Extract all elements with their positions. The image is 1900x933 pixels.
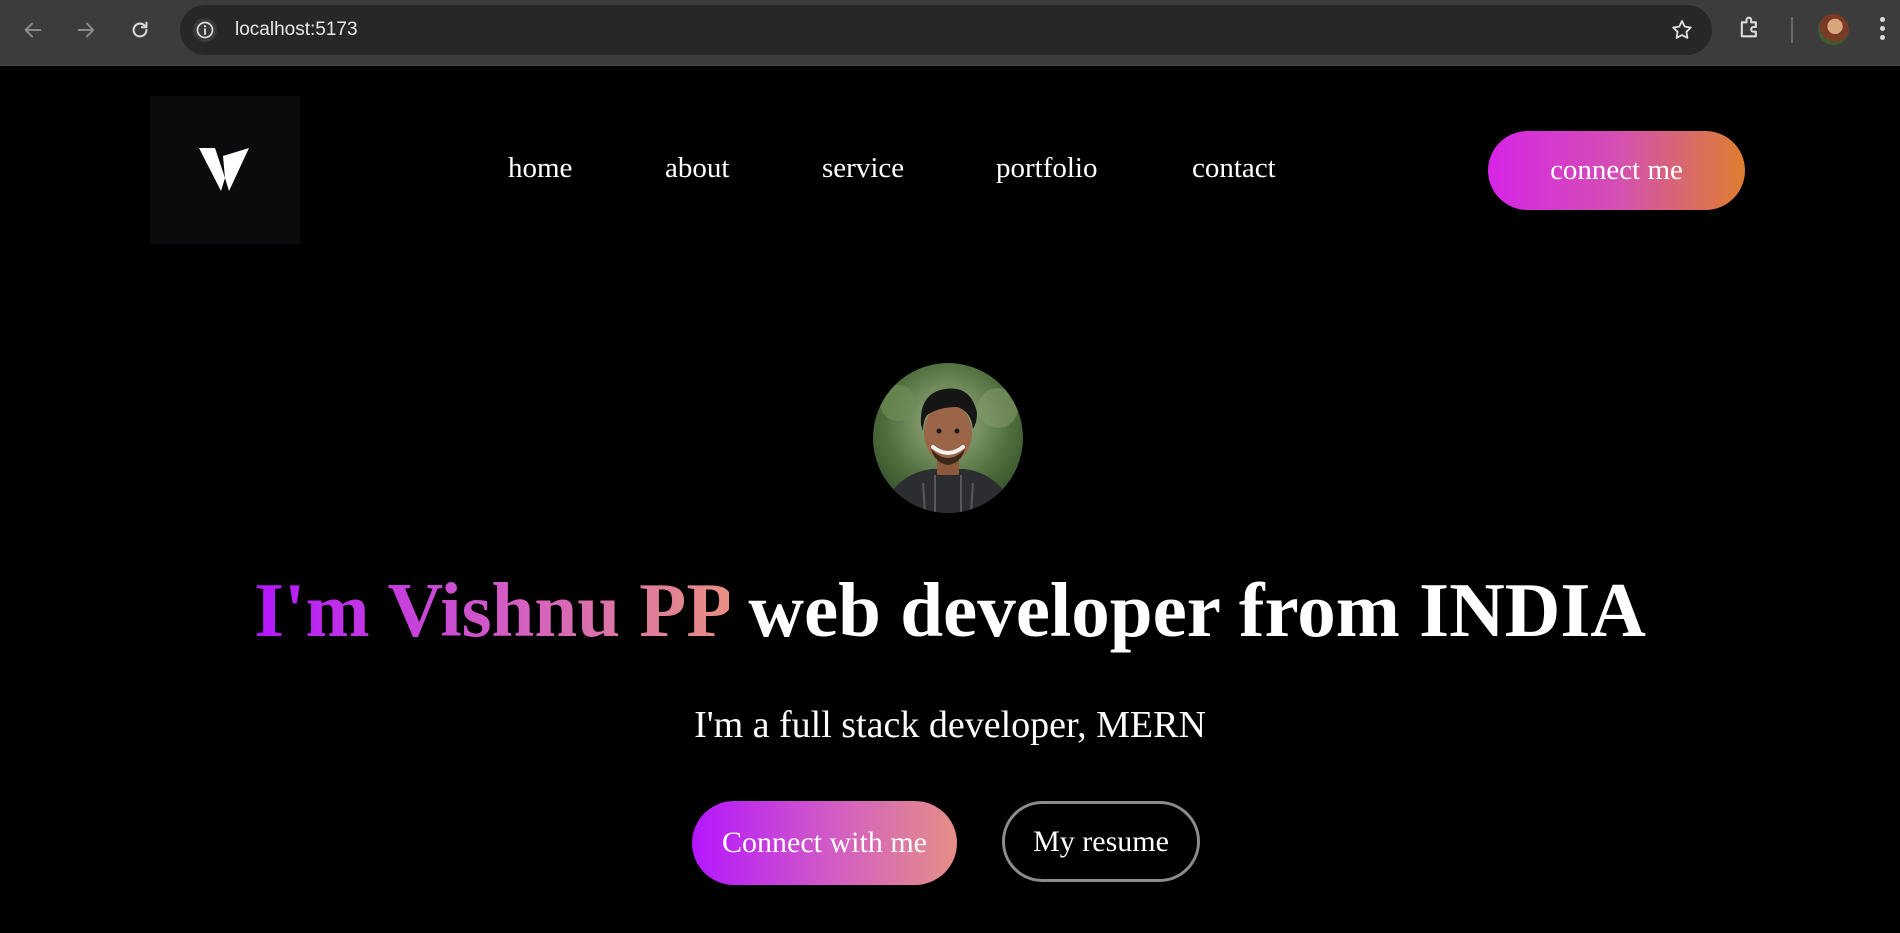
info-icon <box>196 21 214 39</box>
nav-link-portfolio[interactable]: portfolio <box>996 152 1098 185</box>
reload-icon <box>132 21 148 38</box>
bookmark-button[interactable] <box>1670 18 1694 47</box>
hero-headline: I'm Vishnu PP web developer from INDIA <box>0 566 1900 655</box>
more-vertical-icon[interactable] <box>1880 17 1886 44</box>
puzzle-icon <box>1740 16 1757 38</box>
back-button[interactable] <box>14 11 52 49</box>
connect-with-me-button[interactable]: Connect with me <box>692 801 957 885</box>
forward-button[interactable] <box>67 11 105 49</box>
arrow-left-icon <box>24 22 42 38</box>
profile-photo <box>873 363 1023 513</box>
nav-link-service[interactable]: service <box>822 152 904 185</box>
nav-link-home[interactable]: home <box>508 152 572 185</box>
nav-link-contact[interactable]: contact <box>1192 152 1276 185</box>
nav-link-about[interactable]: about <box>665 152 729 185</box>
reload-button[interactable] <box>121 11 159 49</box>
profile-photo-illustration <box>873 363 1023 513</box>
browser-toolbar: localhost:5173 <box>0 0 1900 66</box>
site-info-button[interactable] <box>193 18 217 42</box>
hero-headline-rest: web developer from INDIA <box>748 567 1646 653</box>
profile-avatar[interactable] <box>1818 14 1849 45</box>
star-icon <box>1672 20 1692 39</box>
arrow-right-icon <box>77 22 95 38</box>
address-bar[interactable]: localhost:5173 <box>180 5 1712 55</box>
hero-name: I'm Vishnu PP <box>254 567 730 653</box>
my-resume-button[interactable]: My resume <box>1002 801 1200 882</box>
toolbar-divider <box>1791 17 1793 43</box>
extensions-button[interactable] <box>1736 13 1764 46</box>
hero-subtitle: I'm a full stack developer, MERN <box>694 704 1206 746</box>
page-content: home about service portfolio contact con… <box>0 66 1900 933</box>
url-text[interactable]: localhost:5173 <box>235 19 358 41</box>
connect-me-button[interactable]: connect me <box>1488 131 1745 210</box>
